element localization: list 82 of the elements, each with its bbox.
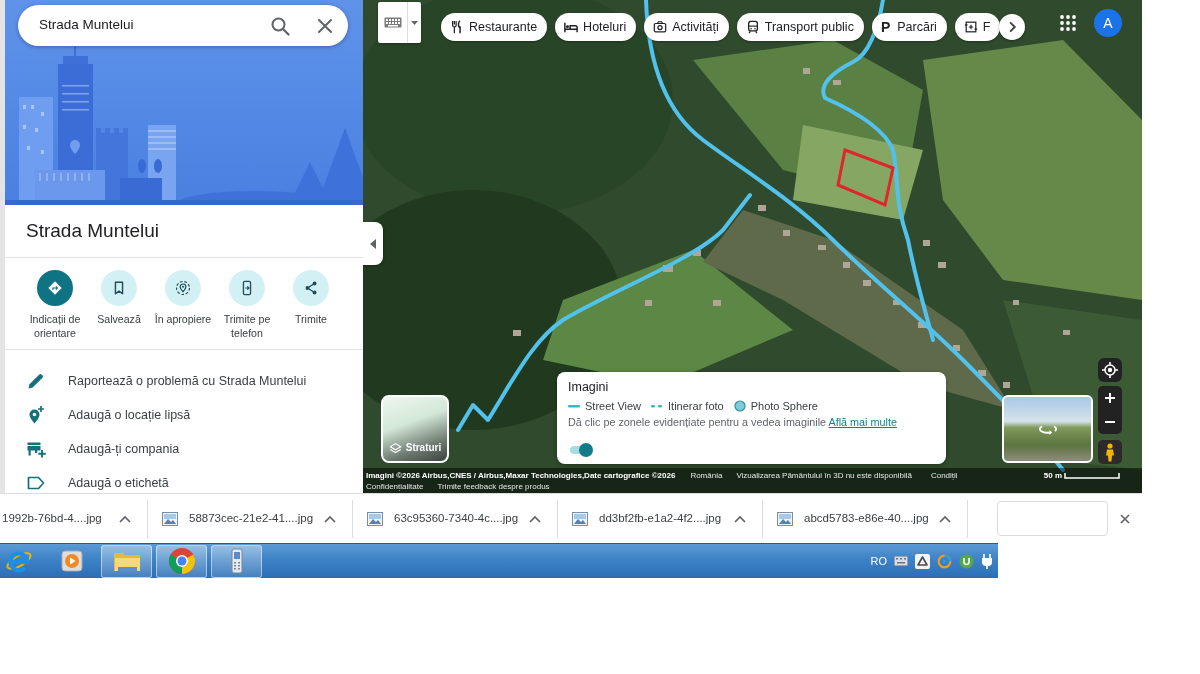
street-view-route[interactable]: [821, 0, 935, 342]
legend-label: Photo Sphere: [750, 399, 818, 413]
search-box[interactable]: Strada Muntelui: [18, 5, 348, 46]
chevron-up-icon[interactable]: [119, 514, 131, 523]
legend-label: Street View: [585, 399, 642, 413]
caret-left-icon: [370, 238, 376, 249]
street-view-photo-placeholder[interactable]: [1002, 395, 1093, 463]
category-chip[interactable]: P Parcări: [871, 13, 947, 41]
language-indicator[interactable]: RO: [870, 552, 887, 570]
chevron-up-icon[interactable]: [529, 514, 541, 523]
bed-icon: [564, 20, 579, 34]
collapse-panel-button[interactable]: [363, 222, 383, 265]
train-icon: [745, 20, 760, 34]
image-file-icon: [777, 511, 793, 526]
category-chip[interactable]: Transport public: [736, 13, 864, 41]
download-item[interactable]: abcd5783-e86e-40....jpg: [763, 499, 968, 538]
triangle-tile-icon[interactable]: [915, 553, 930, 569]
panel-description: Dă clic pe zonele evidențiate pentru a vedea imaginile Află mai multe: [568, 415, 898, 429]
send-to-phone-button[interactable]: Trimite pe telefon: [215, 270, 279, 340]
play-icon: [59, 549, 84, 573]
add-label-item[interactable]: Adaugă o etichetă: [5, 466, 363, 493]
pin-plus-icon: [26, 405, 46, 425]
category-chip[interactable]: Hoteluri: [555, 13, 637, 41]
download-item[interactable]: dd3bf2fb-e1a2-4f2....jpg: [558, 499, 763, 538]
image-file-icon: [572, 511, 588, 526]
save-button[interactable]: Salvează: [87, 270, 151, 326]
taskbar-button[interactable]: [156, 544, 207, 578]
dashed-swatch-icon: [651, 402, 664, 410]
panel-title: Imagini: [568, 380, 610, 395]
my-location-icon[interactable]: [1098, 358, 1122, 382]
learn-more-link[interactable]: Află mai multe: [828, 416, 897, 428]
taskbar-button[interactable]: [211, 544, 262, 578]
input-tools-button[interactable]: [378, 2, 421, 43]
category-chip[interactable]: Restaurante: [441, 13, 548, 41]
country-label[interactable]: România: [690, 470, 723, 481]
pencil-icon: [26, 371, 46, 391]
browser-icon: [167, 547, 196, 575]
add-place-item[interactable]: Adaugă o locație lipsă: [5, 398, 363, 432]
category-chip[interactable]: Activități: [644, 13, 729, 41]
map-notice: Vizualizarea Pământului în 3D nu este disponibilă: [736, 470, 912, 481]
camera-icon: [653, 20, 668, 34]
image-file-icon: [162, 511, 178, 526]
parcel-outline: [836, 147, 895, 208]
report-problem-item[interactable]: Raportează o problemă cu Strada Muntelui: [5, 364, 363, 398]
street-view-route[interactable]: [456, 193, 752, 432]
rotate-360-icon: [1037, 423, 1058, 435]
sphere-dot-icon: [733, 400, 746, 412]
share-button[interactable]: Trimite: [279, 270, 343, 326]
plug-icon[interactable]: [981, 553, 993, 569]
pegman-icon[interactable]: [1098, 440, 1122, 464]
keyboard-icon[interactable]: [894, 556, 908, 566]
taskbar-button[interactable]: [101, 544, 152, 578]
frame-icon: [963, 20, 978, 34]
chevron-up-icon[interactable]: [324, 514, 336, 523]
search-field[interactable]: Strada Muntelui: [39, 15, 245, 36]
scale-label[interactable]: 50 m: [1043, 470, 1062, 481]
legend-label: Itinerar foto: [668, 399, 724, 413]
nearby-button[interactable]: În apropiere: [151, 270, 215, 326]
caret-down-icon[interactable]: [411, 20, 418, 25]
scale-bar-icon: [1064, 472, 1120, 479]
add-business-item[interactable]: Adaugă-ți compania: [5, 432, 363, 466]
download-item[interactable]: 63c95360-7340-4c....jpg: [353, 499, 558, 538]
place-title: Strada Muntelui: [26, 219, 160, 243]
terms-link[interactable]: Condiții: [930, 470, 958, 481]
feedback-link[interactable]: Trimite feedback despre produs: [437, 481, 550, 492]
privacy-link[interactable]: Confidențialitate: [366, 481, 424, 492]
chevron-up-icon[interactable]: [734, 514, 746, 523]
download-item[interactable]: 1992b-76bd-4....jpg: [0, 499, 148, 538]
chevron-up-icon[interactable]: [939, 514, 951, 523]
image-file-icon: [367, 511, 383, 526]
download-item[interactable]: 58873cec-21e2-41....jpg: [148, 499, 353, 538]
search-icon[interactable]: [270, 15, 290, 36]
u-disc-icon[interactable]: [959, 553, 974, 569]
imagery-toggle[interactable]: [568, 442, 594, 458]
directions-button[interactable]: Indicații de orientare: [23, 270, 87, 340]
imagery-credit: Imagini ©2026 Airbus,CNES / Airbus,Maxar Technologies,Date cartografice ©2026: [366, 470, 676, 481]
close-icon[interactable]: [1120, 513, 1130, 524]
layers-icon: [388, 442, 402, 455]
keyboard-icon: [383, 17, 402, 28]
fork-knife-icon: [450, 20, 464, 34]
layers-button[interactable]: Straturi: [381, 395, 449, 463]
apps-grid-icon[interactable]: [1059, 14, 1077, 32]
